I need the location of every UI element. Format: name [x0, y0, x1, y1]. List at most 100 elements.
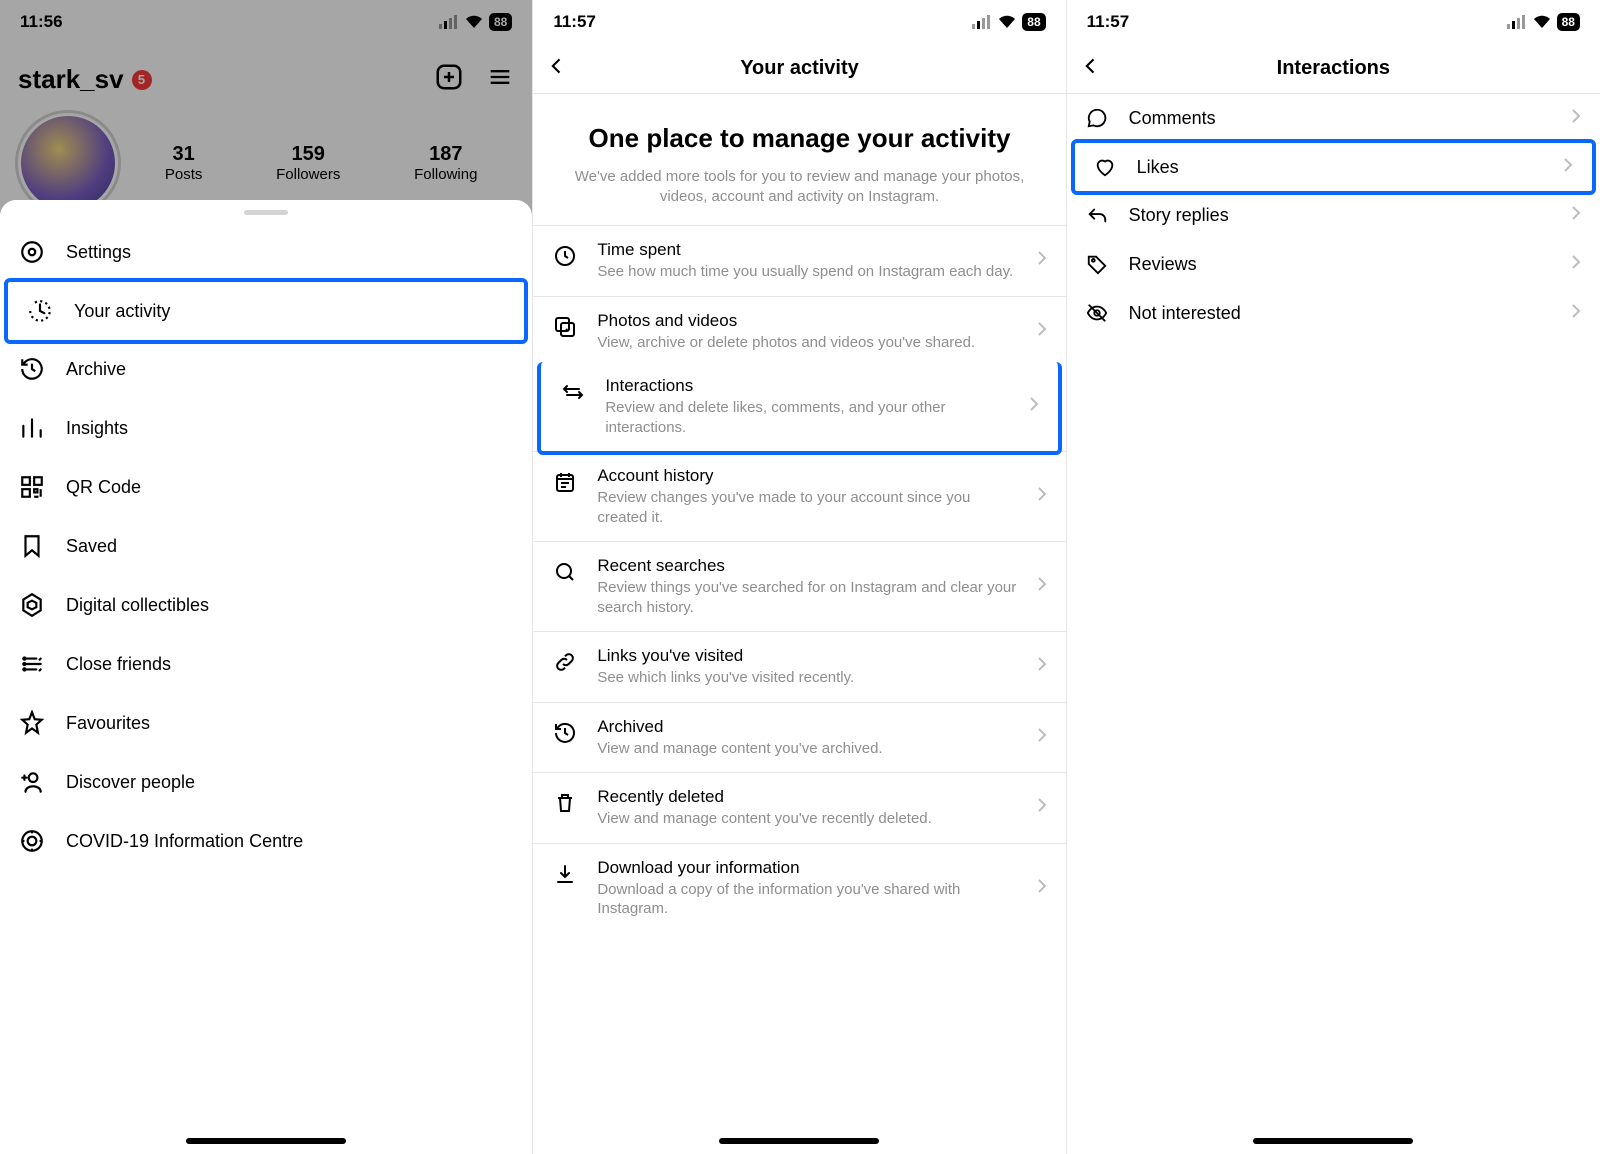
activity-item-sub: Review changes you've made to your accou…: [597, 488, 1017, 527]
chevron-right-icon: [1570, 107, 1582, 130]
home-indicator[interactable]: [186, 1138, 346, 1144]
chevron-right-icon: [1570, 204, 1582, 227]
chevron-right-icon: [1036, 575, 1048, 598]
interaction-comments[interactable]: Comments: [1067, 94, 1600, 143]
digital-collectibles-icon: [18, 591, 46, 619]
discover-people-icon: [18, 768, 46, 796]
interaction-story-replies[interactable]: Story replies: [1067, 191, 1600, 240]
activity-archived[interactable]: Archived View and manage content you've …: [533, 702, 1065, 773]
photos-videos-icon: [551, 313, 579, 341]
activity-item-title: Time spent: [597, 240, 1017, 260]
sheet-grab-handle[interactable]: [244, 210, 288, 215]
activity-item-title: Recently deleted: [597, 787, 1017, 807]
status-time: 11:57: [553, 12, 596, 32]
qr-code-icon: [18, 473, 46, 501]
activity-item-title: Recent searches: [597, 556, 1017, 576]
menu-label: Favourites: [66, 713, 514, 734]
settings-icon: [18, 238, 46, 266]
activity-item-sub: View and manage content you've recently …: [597, 809, 1017, 829]
profile-menu-sheet: Settings Your activity Archive Insights …: [0, 200, 532, 1154]
insights-icon: [18, 414, 46, 442]
chevron-right-icon: [1036, 877, 1048, 900]
menu-qr-code[interactable]: QR Code: [0, 458, 532, 517]
home-indicator[interactable]: [719, 1138, 879, 1144]
activity-item-sub: See how much time you usually spend on I…: [597, 262, 1017, 282]
menu-archive[interactable]: Archive: [0, 340, 532, 399]
activity-links-visited[interactable]: Links you've visited See which links you…: [533, 631, 1065, 702]
activity-item-title: Photos and videos: [597, 311, 1017, 331]
menu-label: Saved: [66, 536, 514, 557]
activity-recently-deleted[interactable]: Recently deleted View and manage content…: [533, 772, 1065, 843]
page-title: Interactions: [1277, 57, 1390, 80]
activity-account-history[interactable]: Account history Review changes you've ma…: [533, 451, 1065, 541]
menu-digital-collectibles[interactable]: Digital collectibles: [0, 576, 532, 635]
page-title: Your activity: [740, 57, 859, 80]
activity-item-sub: See which links you've visited recently.: [597, 668, 1017, 688]
interaction-likes[interactable]: Likes: [1071, 139, 1596, 195]
interaction-label: Not interested: [1129, 303, 1550, 324]
menu-close-friends[interactable]: Close friends: [0, 635, 532, 694]
favourites-icon: [18, 709, 46, 737]
story-replies-icon: [1085, 203, 1109, 227]
activity-recent-searches[interactable]: Recent searches Review things you've sea…: [533, 541, 1065, 631]
menu-saved[interactable]: Saved: [0, 517, 532, 576]
menu-insights[interactable]: Insights: [0, 399, 532, 458]
chevron-right-icon: [1028, 395, 1040, 418]
home-indicator[interactable]: [1253, 1138, 1413, 1144]
menu-label: Archive: [66, 359, 514, 380]
interaction-label: Story replies: [1129, 205, 1550, 226]
interaction-label: Comments: [1129, 108, 1550, 129]
back-button[interactable]: [547, 55, 567, 83]
time-spent-icon: [551, 242, 579, 270]
activity-item-sub: Review things you've searched for on Ins…: [597, 578, 1017, 617]
status-right: 88: [972, 13, 1045, 31]
archive-icon: [18, 355, 46, 383]
chevron-right-icon: [1036, 249, 1048, 272]
activity-item-title: Interactions: [605, 376, 1009, 396]
phone-interactions: 11:57 88 Interactions Comments Likes Sto…: [1067, 0, 1600, 1154]
reviews-icon: [1085, 252, 1109, 276]
recent-searches-icon: [551, 558, 579, 586]
menu-covid-centre[interactable]: COVID-19 Information Centre: [0, 812, 532, 871]
interaction-reviews[interactable]: Reviews: [1067, 240, 1600, 289]
recently-deleted-icon: [551, 789, 579, 817]
chevron-right-icon: [1570, 302, 1582, 325]
phone-profile-menu: 11:56 88 stark_sv 5 31Posts 159Fo: [0, 0, 533, 1154]
menu-label: COVID-19 Information Centre: [66, 831, 514, 852]
menu-label: Settings: [66, 242, 514, 263]
back-button[interactable]: [1081, 55, 1101, 83]
menu-favourites[interactable]: Favourites: [0, 694, 532, 753]
activity-subtext: We've added more tools for you to review…: [561, 167, 1037, 208]
menu-label: QR Code: [66, 477, 514, 498]
interaction-label: Reviews: [1129, 254, 1550, 275]
activity-item-title: Links you've visited: [597, 646, 1017, 666]
menu-label: Insights: [66, 418, 514, 439]
status-right: 88: [1507, 13, 1580, 31]
activity-photos-videos[interactable]: Photos and videos View, archive or delet…: [533, 296, 1065, 367]
activity-item-sub: Download a copy of the information you'v…: [597, 880, 1017, 919]
interaction-not-interested[interactable]: Not interested: [1067, 289, 1600, 338]
battery-icon: 88: [1022, 13, 1045, 31]
activity-item-sub: View and manage content you've archived.: [597, 739, 1017, 759]
comments-icon: [1085, 106, 1109, 130]
activity-item-title: Archived: [597, 717, 1017, 737]
menu-your-activity[interactable]: Your activity: [4, 278, 528, 344]
chevron-right-icon: [1562, 156, 1574, 179]
menu-label: Discover people: [66, 772, 514, 793]
chevron-right-icon: [1036, 726, 1048, 749]
chevron-right-icon: [1036, 320, 1048, 343]
menu-discover-people[interactable]: Discover people: [0, 753, 532, 812]
activity-headline: One place to manage your activity: [561, 122, 1037, 155]
activity-item-sub: View, archive or delete photos and video…: [597, 333, 1017, 353]
download-info-icon: [551, 860, 579, 888]
activity-time-spent[interactable]: Time spent See how much time you usually…: [533, 225, 1065, 296]
chevron-right-icon: [1036, 485, 1048, 508]
menu-settings[interactable]: Settings: [0, 223, 532, 282]
not-interested-icon: [1085, 301, 1109, 325]
covid-centre-icon: [18, 827, 46, 855]
account-history-icon: [551, 468, 579, 496]
activity-download-info[interactable]: Download your information Download a cop…: [533, 843, 1065, 933]
interaction-label: Likes: [1137, 157, 1542, 178]
links-visited-icon: [551, 648, 579, 676]
activity-interactions[interactable]: Interactions Review and delete likes, co…: [537, 362, 1061, 455]
